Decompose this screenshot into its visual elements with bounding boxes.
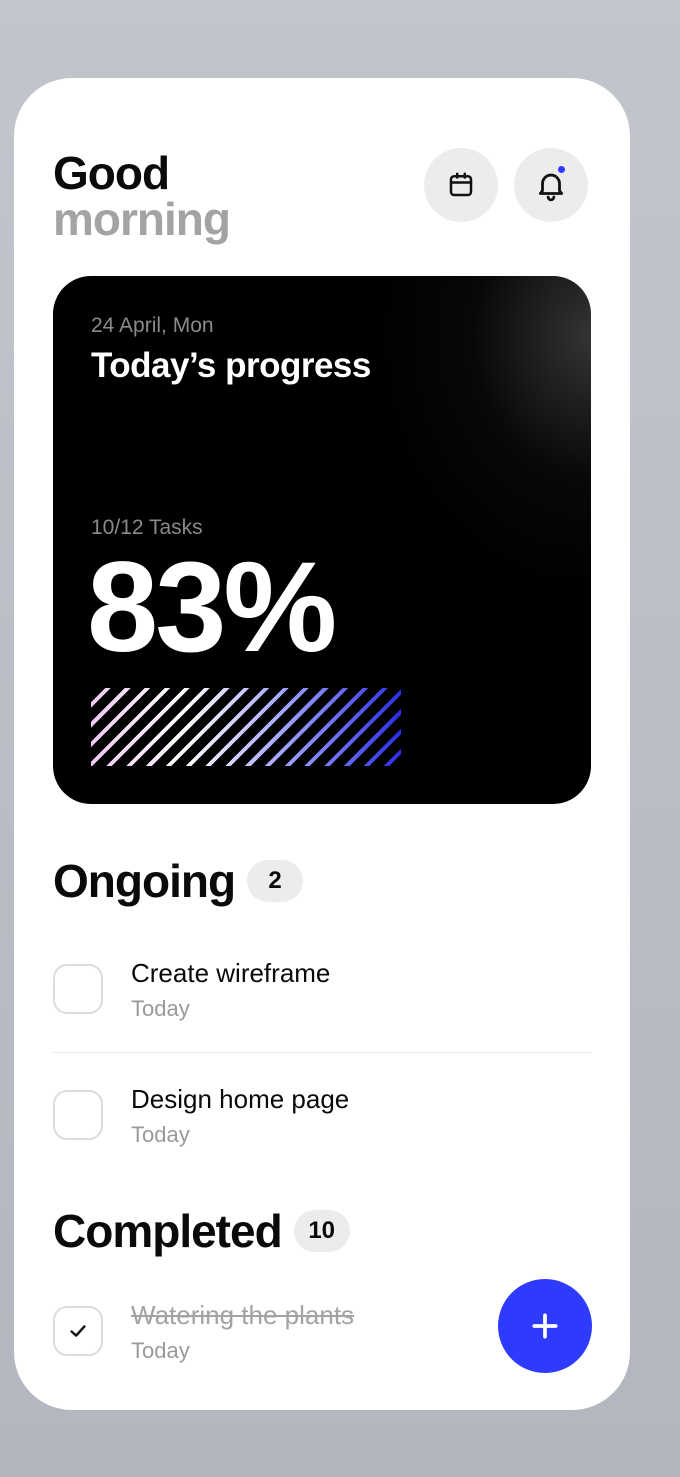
progress-title: Today’s progress	[91, 346, 371, 385]
notification-dot	[556, 164, 567, 175]
completed-title: Completed	[53, 1205, 283, 1257]
greeting-heading: Good morning	[53, 147, 231, 245]
greeting-line-1: Good	[53, 147, 170, 199]
task-title: Watering the plants	[131, 1300, 355, 1330]
app-screen: Good morning 24 April, Mon Today’s progr…	[14, 78, 630, 1410]
task-title: Design home page	[131, 1084, 350, 1114]
notifications-button[interactable]	[514, 148, 588, 222]
completed-section-header: Completed 10	[53, 1204, 350, 1258]
task-item[interactable]: Design home page Today	[53, 1084, 591, 1174]
ongoing-title: Ongoing	[53, 855, 236, 907]
ongoing-section-header: Ongoing 2	[53, 854, 304, 908]
task-item[interactable]: Create wireframe Today	[53, 958, 591, 1048]
progress-date: 24 April, Mon	[91, 314, 214, 337]
task-divider	[53, 1052, 591, 1053]
task-checkbox[interactable]	[53, 1090, 103, 1140]
calendar-button[interactable]	[424, 148, 498, 222]
task-date: Today	[131, 1338, 190, 1363]
progress-card[interactable]: 24 April, Mon Today’s progress 10/12 Tas…	[53, 276, 591, 804]
task-date: Today	[131, 1122, 190, 1147]
task-checkbox[interactable]	[53, 964, 103, 1014]
task-title: Create wireframe	[131, 958, 331, 988]
progress-bar-fill	[91, 688, 402, 766]
progress-bar	[91, 688, 465, 766]
progress-percent: 83%	[87, 536, 337, 679]
greeting-line-2: morning	[53, 193, 231, 245]
task-checkbox-checked[interactable]	[53, 1306, 103, 1356]
ongoing-count-badge: 2	[247, 860, 304, 902]
plus-icon	[532, 1313, 558, 1339]
add-task-button[interactable]	[498, 1279, 592, 1373]
check-icon	[70, 1325, 86, 1337]
calendar-icon	[449, 172, 473, 197]
completed-count-badge: 10	[293, 1210, 350, 1252]
task-date: Today	[131, 996, 190, 1021]
